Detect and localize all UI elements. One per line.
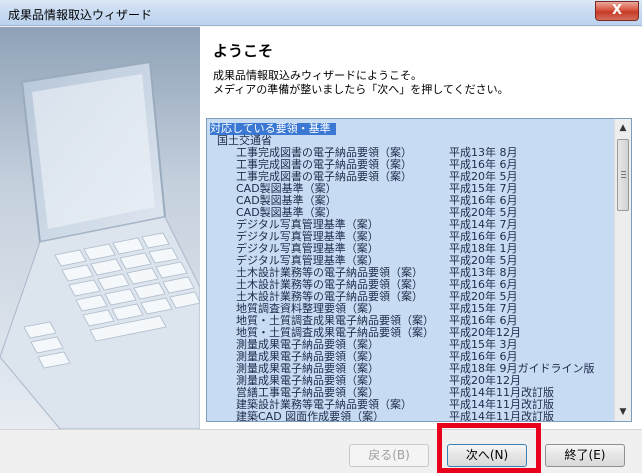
supported-standards-list[interactable]: 対応している要領・基準 国土交通省 工事完成図書の電子納品要領（案） 平成13年 … <box>206 118 632 422</box>
welcome-title: ようこそ <box>213 42 274 60</box>
close-button[interactable]: X <box>595 1 639 21</box>
wizard-window: 成果品情報取込ウィザード X ようこそ 成果品情報取込みウィザードにようこそ。 … <box>0 0 642 473</box>
laptop-illustration <box>0 27 200 429</box>
title-bar: 成果品情報取込ウィザード X <box>0 0 642 26</box>
grip-line-icon <box>621 177 626 178</box>
scroll-up-icon[interactable]: ▲ <box>615 120 631 136</box>
list-item[interactable]: 建築CAD 図面作成要領（案） 平成14年11月改訂版 <box>236 410 606 422</box>
grip-line-icon <box>621 174 626 175</box>
back-button[interactable]: 戻る(B) <box>349 444 429 467</box>
wizard-side-image <box>0 27 200 429</box>
finish-button[interactable]: 終了(E) <box>545 444 625 467</box>
list-item-date: 平成14年11月改訂版 <box>449 410 554 422</box>
welcome-header: ようこそ 成果品情報取込みウィザードにようこそ。 メディアの準備が整いましたら「… <box>200 27 642 112</box>
scroll-thumb[interactable] <box>617 139 629 211</box>
scroll-down-icon[interactable]: ▼ <box>615 404 631 420</box>
list-item-name: 建築CAD 図面作成要領（案） <box>236 410 385 422</box>
wizard-button-bar: 戻る(B) 次へ(N) 終了(E) <box>0 429 642 473</box>
welcome-text-line-2: メディアの準備が整いましたら「次へ」を押してください。 <box>213 83 509 96</box>
grip-line-icon <box>621 171 626 172</box>
next-button-highlight-frame <box>437 423 541 473</box>
list-content: 対応している要領・基準 国土交通省 工事完成図書の電子納品要領（案） 平成13年 … <box>207 119 614 421</box>
list-scrollbar[interactable]: ▲ ▼ <box>614 119 631 421</box>
window-title: 成果品情報取込ウィザード <box>8 8 153 22</box>
